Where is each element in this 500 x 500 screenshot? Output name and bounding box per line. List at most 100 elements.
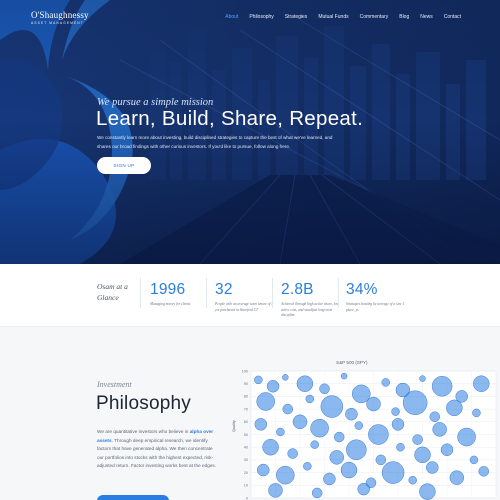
chart-point [457, 427, 476, 447]
chart-y-tick-label: 70 [244, 407, 248, 411]
chart-y-tick-label: 50 [244, 433, 248, 437]
chart-point [345, 407, 358, 421]
chart-point [419, 375, 426, 382]
chart-point [282, 374, 289, 381]
stat-value: 1996 [150, 281, 186, 298]
chart-point [432, 422, 447, 437]
hero-headline: Learn, Build, Share, Repeat. [96, 107, 364, 130]
chart-point [268, 483, 283, 498]
chart-y-tick-label: 10 [244, 484, 248, 488]
hero-overlay [0, 0, 500, 264]
stat-value: 32 [215, 281, 233, 298]
chart-point [429, 411, 440, 422]
chart-point [357, 482, 370, 496]
chart-point [375, 454, 387, 466]
chart-point [310, 440, 319, 449]
chart-point [431, 376, 453, 397]
philosophy-text-end: . Through deep empirical research, we id… [97, 437, 217, 469]
glance-title: Osam at a Glance [97, 282, 128, 302]
chart-point [340, 461, 358, 479]
chart-y-axis-label: Quality [232, 420, 236, 432]
chart-point [412, 434, 423, 445]
stat-divider [140, 278, 141, 308]
chart-y-tick-label: 90 [244, 382, 248, 386]
chart-point [449, 470, 465, 485]
chart-point [446, 399, 463, 417]
nav-blog[interactable]: Blog [399, 14, 409, 20]
chart-y-tick-label: 60 [244, 420, 248, 424]
philosophy-section: Investment Philosophy We are quantitativ… [0, 327, 500, 500]
chart-point [368, 424, 389, 445]
stat-value: 2.8B [281, 281, 314, 298]
chart-point [254, 418, 267, 431]
chart-point [469, 455, 479, 465]
nav-about[interactable]: About [225, 14, 238, 20]
stat-strategies: 34% Strategies beating by average of a s… [346, 281, 406, 313]
stat-value: 34% [346, 281, 378, 298]
chart-title: S&P 500 (SPY) [336, 360, 368, 365]
stat-divider [338, 278, 339, 308]
chart-point [340, 372, 348, 380]
stat-label: Managing money for clients [150, 302, 191, 306]
chart-point [292, 414, 308, 429]
chart-point [402, 390, 428, 415]
stat-divider [272, 278, 273, 308]
stat-people: 32 People with an average team tenure of… [215, 281, 275, 313]
chart-y-tick-label: 0 [246, 496, 248, 500]
chart-point [303, 462, 312, 471]
chart-point [282, 403, 293, 415]
stat-label: Achieved through high active share, low … [281, 302, 339, 318]
scatter-chart: 1009080706050403020100 [242, 369, 497, 500]
chart-y-tick-label: 40 [244, 446, 248, 450]
hero-section: O'Shaughnessy ASSET MANAGEMENT About Phi… [0, 0, 500, 264]
chart-y-tick-label: 80 [244, 395, 248, 399]
brand-name: O'Shaughnessy [31, 10, 89, 20]
nav-mutual-funds[interactable]: Mutual Funds [318, 14, 348, 20]
philosophy-text-start: We are quantitative investors who believ… [97, 429, 190, 434]
nav-strategies[interactable]: Strategies [285, 14, 308, 20]
chart-point [323, 472, 336, 486]
chart-point [346, 439, 367, 460]
glance-stats-bar: Osam at a Glance 1996 Managing money for… [0, 264, 500, 327]
nav-commentary[interactable]: Commentary [360, 14, 389, 20]
chart-point [305, 394, 315, 404]
philosophy-kicker: Investment [97, 380, 132, 389]
stat-founded: 1996 Managing money for clients [150, 281, 210, 308]
chart-point [408, 476, 417, 485]
main-nav: About Philosophy Strategies Mutual Funds… [214, 14, 461, 20]
brand-logo[interactable]: O'Shaughnessy ASSET MANAGEMENT [31, 10, 89, 25]
chart-point [472, 408, 481, 418]
chart-point [419, 483, 436, 500]
chart-point [414, 446, 431, 464]
stat-label: People with an average team tenure of 8 … [215, 302, 274, 312]
chart-point [310, 418, 329, 438]
chart-point [257, 463, 270, 477]
philosophy-text: We are quantitative investors who believ… [97, 428, 217, 471]
chart-point [354, 421, 364, 430]
chart-point [276, 465, 295, 485]
chart-point [478, 466, 489, 477]
nav-philosophy[interactable]: Philosophy [249, 14, 273, 20]
chart-point [266, 380, 280, 393]
chart-point [329, 450, 344, 465]
stat-divider [206, 278, 207, 308]
chart-point [396, 442, 405, 452]
chart-point [296, 375, 314, 392]
brand-subtitle: ASSET MANAGEMENT [31, 21, 84, 25]
nav-contact[interactable]: Contact [444, 14, 461, 20]
chart-point [262, 438, 279, 456]
nav-news[interactable]: News [420, 14, 433, 20]
philosophy-title: Philosophy [96, 393, 191, 414]
chart-point [381, 461, 405, 484]
philosophy-button[interactable] [97, 495, 169, 500]
stat-aum: 2.8B Achieved through high active share,… [281, 281, 341, 319]
chart-point [319, 383, 330, 394]
chart-point [256, 392, 275, 411]
chart-y-tick-label: 20 [244, 471, 248, 475]
chart-point [391, 407, 400, 416]
chart-point [366, 396, 381, 412]
sign-up-button[interactable]: SIGN UP [97, 157, 151, 174]
chart-point [276, 427, 285, 437]
chart-y-tick-label: 100 [242, 369, 248, 373]
chart-point [391, 418, 405, 431]
